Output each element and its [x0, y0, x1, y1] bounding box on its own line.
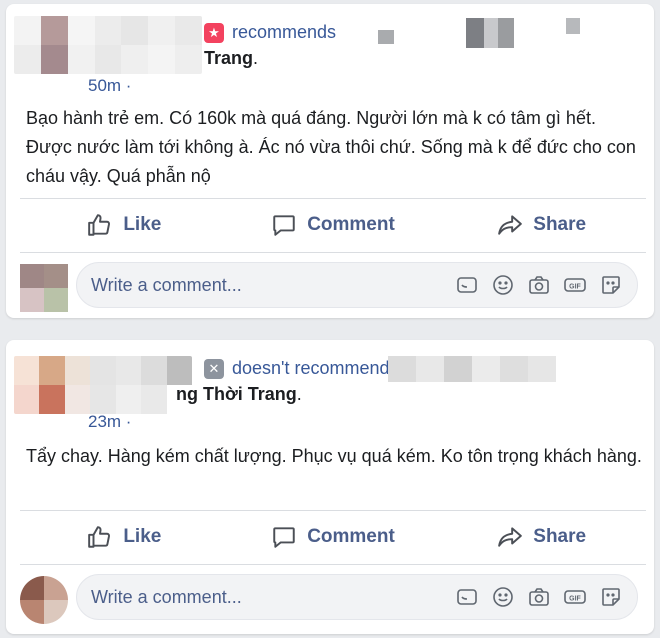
comment-button[interactable]: Comment — [229, 514, 438, 560]
blurred-region — [388, 356, 556, 382]
comment-composer: Write a comment... GIF — [6, 572, 654, 628]
blurred-avatar-name — [14, 16, 202, 74]
page-name[interactable]: ng Thời Trang. — [176, 384, 302, 405]
thumbs-up-icon — [88, 526, 111, 548]
review-text: Bạo hành trẻ em. Có 160k mà quá đáng. Ng… — [26, 108, 636, 186]
sticker-icon[interactable] — [455, 585, 479, 609]
review-text: Tẩy chay. Hàng kém chất lượng. Phục vụ q… — [26, 446, 642, 466]
share-label: Share — [533, 214, 587, 235]
blurred-region — [378, 30, 394, 44]
share-button[interactable]: Share — [437, 514, 646, 560]
share-arrow-icon — [498, 215, 523, 235]
comment-button[interactable]: Comment — [229, 202, 438, 248]
comment-input[interactable]: Write a comment... GIF — [76, 262, 638, 308]
review-card: ★ recommends Trang. 50m · Bạo hành trẻ e… — [6, 4, 654, 318]
like-label: Like — [123, 526, 162, 547]
share-button[interactable]: Share — [437, 202, 646, 248]
recommendation-line: ★ recommends — [204, 22, 336, 43]
speech-bubble-icon — [273, 527, 295, 548]
blurred-avatar-name — [14, 356, 192, 414]
speech-bubble-icon — [273, 215, 295, 236]
like-label: Like — [123, 214, 162, 235]
divider — [20, 252, 646, 253]
divider — [20, 564, 646, 565]
share-arrow-icon — [498, 527, 523, 547]
svg-text:GIF: GIF — [569, 284, 581, 291]
action-bar: Like Comment Share — [20, 514, 646, 560]
divider — [20, 510, 646, 511]
sticker-face-icon[interactable] — [599, 585, 623, 609]
gif-icon[interactable]: GIF — [563, 585, 587, 609]
camera-icon[interactable] — [527, 273, 551, 297]
timestamp[interactable]: 50m · — [88, 76, 131, 96]
sticker-face-icon[interactable] — [599, 273, 623, 297]
comment-input[interactable]: Write a comment... GIF — [76, 574, 638, 620]
review-card: ✕ doesn't recommend ng Thời Trang. 23m ·… — [6, 340, 654, 634]
like-button[interactable]: Like — [20, 514, 229, 560]
recommendation-line: ✕ doesn't recommend — [204, 358, 390, 379]
comment-placeholder: Write a comment... — [91, 586, 242, 607]
recommendation-label[interactable]: doesn't recommend — [232, 358, 390, 379]
timestamp[interactable]: 23m · — [88, 412, 131, 432]
comment-placeholder: Write a comment... — [91, 274, 242, 295]
comment-tools: GIF — [455, 585, 637, 609]
recommend-star-icon: ★ — [204, 22, 224, 43]
comment-label: Comment — [307, 526, 395, 547]
blurred-region — [566, 18, 580, 34]
action-bar: Like Comment Share — [20, 202, 646, 248]
thumbs-up-icon — [88, 214, 111, 236]
user-avatar — [20, 576, 68, 624]
gif-icon[interactable]: GIF — [563, 273, 587, 297]
page-name[interactable]: Trang. — [204, 48, 258, 69]
recommendation-label[interactable]: recommends — [232, 22, 336, 43]
emoji-icon[interactable] — [491, 273, 515, 297]
divider — [20, 198, 646, 199]
share-label: Share — [533, 526, 587, 547]
camera-icon[interactable] — [527, 585, 551, 609]
comment-composer: Write a comment... GIF — [6, 260, 654, 316]
svg-text:GIF: GIF — [569, 596, 581, 603]
comment-tools: GIF — [455, 273, 637, 297]
not-recommend-icon: ✕ — [204, 358, 224, 379]
sticker-icon[interactable] — [455, 273, 479, 297]
emoji-icon[interactable] — [491, 585, 515, 609]
user-avatar — [20, 264, 68, 312]
blurred-region — [466, 18, 514, 48]
comment-label: Comment — [307, 214, 395, 235]
like-button[interactable]: Like — [20, 202, 229, 248]
